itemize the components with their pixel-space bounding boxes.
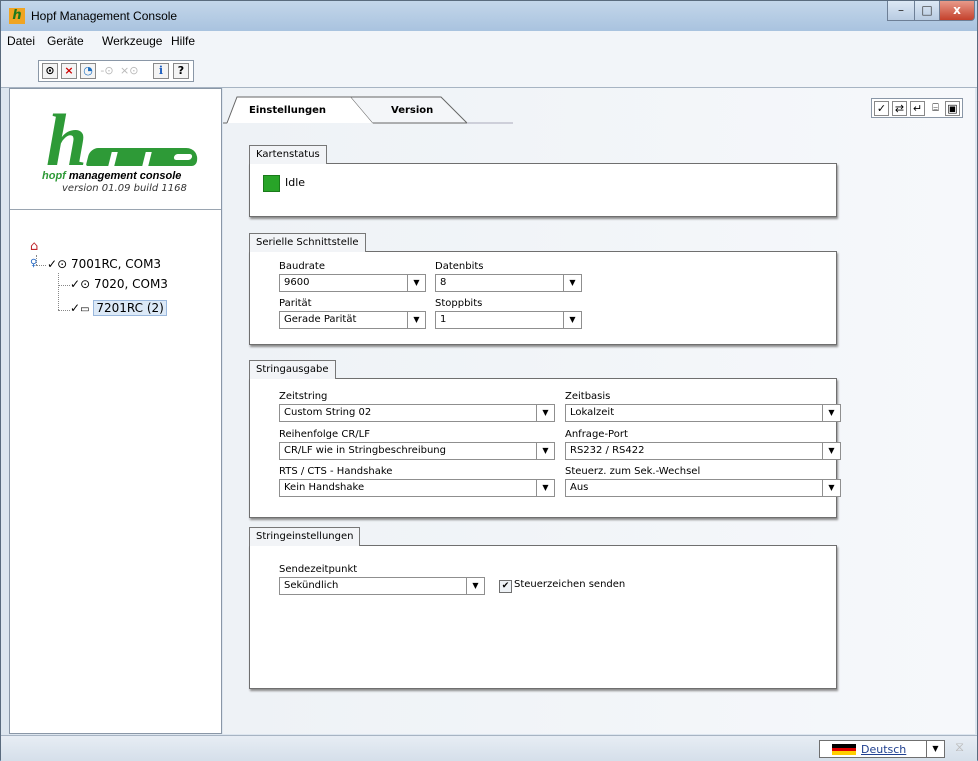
settings-panel: Einstellungen Version ✓ ⇄ ↵ ⌸ ▣ Kartenst… <box>223 88 975 734</box>
hourglass-icon: ⧖ <box>955 740 965 755</box>
chevron-down-icon: ▼ <box>822 480 840 496</box>
steuerz-label: Steuerz. zum Sek.-Wechsel <box>565 466 701 477</box>
check-icon: ✓ <box>70 301 81 315</box>
group-stringausgabe: Stringausgabe Zeitstring Custom String 0… <box>249 360 841 518</box>
chevron-down-icon: ▼ <box>536 443 554 459</box>
steuerzeichen-checkbox[interactable]: ✔ <box>499 580 512 593</box>
sendezeitpunkt-select[interactable]: Sekündlich ▼ <box>279 577 485 595</box>
chevron-down-icon: ▼ <box>407 275 425 291</box>
open-icon[interactable]: ⌸ <box>928 101 943 116</box>
clock-icon: ⊙ <box>57 257 68 271</box>
refresh-icon[interactable]: ◔ <box>80 63 96 79</box>
tree-node-icon: ♀ <box>30 258 38 269</box>
connect-icon: -⊙ <box>100 64 114 77</box>
check-icon: ✓ <box>70 277 81 291</box>
tree-item-label: 7020, COM3 <box>93 277 168 291</box>
window-title: Hopf Management Console <box>31 9 178 23</box>
crlf-select[interactable]: CR/LF wie in Stringbeschreibung ▼ <box>279 442 555 460</box>
sendezeitpunkt-label: Sendezeitpunkt <box>279 564 358 575</box>
close-button[interactable]: x <box>939 1 975 21</box>
group-seriell: Serielle Schnittstelle Baudrate 9600 ▼ Da… <box>249 233 837 345</box>
chevron-down-icon: ▼ <box>563 312 581 328</box>
stoppbits-select[interactable]: 1 ▼ <box>435 311 582 329</box>
disconnect-icon: ×⊙ <box>120 64 139 77</box>
help-icon[interactable]: ? <box>173 63 189 79</box>
chevron-down-icon: ▼ <box>466 578 484 594</box>
chevron-down-icon: ▼ <box>536 405 554 421</box>
group-kartenstatus: Kartenstatus Idle <box>249 145 837 217</box>
chevron-down-icon: ▼ <box>536 480 554 496</box>
zeitstring-select[interactable]: Custom String 02 ▼ <box>279 404 555 422</box>
logo-letter-h: h <box>46 100 87 182</box>
group-legend: Kartenstatus <box>249 145 327 164</box>
german-flag-icon <box>832 744 856 755</box>
menu-bar: Datei Geräte Werkzeuge Hilfe <box>1 31 977 51</box>
main-window: h Hopf Management Console – □ x Datei Ge… <box>0 0 978 761</box>
rts-cts-label: RTS / CTS - Handshake <box>279 466 393 477</box>
crlf-label: Reihenfolge CR/LF <box>279 429 370 440</box>
language-label: Deutsch <box>861 743 907 756</box>
chevron-down-icon: ▼ <box>926 741 944 757</box>
toolbar-group: ⊙ × ◔ -⊙ ×⊙ i ? <box>38 60 194 82</box>
baudrate-label: Baudrate <box>279 261 325 272</box>
paritaet-select[interactable]: Gerade Parität ▼ <box>279 311 426 329</box>
menu-hilfe[interactable]: Hilfe <box>171 34 195 48</box>
rts-cts-select[interactable]: Kein Handshake ▼ <box>279 479 555 497</box>
clock-icon[interactable]: ⊙ <box>42 63 58 79</box>
home-icon[interactable]: ⌂ <box>30 239 38 254</box>
datenbits-label: Datenbits <box>435 261 484 272</box>
baudrate-select[interactable]: 9600 ▼ <box>279 274 426 292</box>
hmc-logo: h hopf management console version 01.09 … <box>10 89 221 210</box>
stoppbits-label: Stoppbits <box>435 298 483 309</box>
group-legend: Stringeinstellungen <box>249 527 361 546</box>
delete-icon[interactable]: × <box>61 63 77 79</box>
tree-item-7201rc[interactable]: ✓▭ 7201RC (2) <box>70 300 167 316</box>
paritaet-label: Parität <box>279 298 312 309</box>
tree-item-label: 7001RC, COM3 <box>70 257 162 271</box>
group-legend: Stringausgabe <box>249 360 336 379</box>
tree-item-label: 7201RC (2) <box>93 300 167 316</box>
left-panel: h hopf management console version 01.09 … <box>9 88 222 734</box>
chevron-down-icon: ▼ <box>822 405 840 421</box>
minimize-button[interactable]: – <box>887 1 915 21</box>
status-text: Idle <box>285 176 306 189</box>
status-bar: Deutsch ▼ ⧖ <box>1 735 977 761</box>
clock-icon: ⊙ <box>80 277 91 291</box>
tree-item-7001rc[interactable]: ✓⊙ 7001RC, COM3 <box>47 257 161 271</box>
menu-geraete[interactable]: Geräte <box>47 34 84 48</box>
tree-item-7020[interactable]: ✓⊙ 7020, COM3 <box>70 277 168 291</box>
menu-datei[interactable]: Datei <box>7 34 35 48</box>
apply-icon[interactable]: ✓ <box>874 101 889 116</box>
card-icon: ▭ <box>80 304 90 315</box>
action-toolbar: ✓ ⇄ ↵ ⌸ ▣ <box>871 98 963 118</box>
status-indicator <box>263 175 280 192</box>
sync-icon[interactable]: ⇄ <box>892 101 907 116</box>
info-icon[interactable]: i <box>153 63 169 79</box>
zeitbasis-label: Zeitbasis <box>565 391 611 402</box>
steuerzeichen-label: Steuerzeichen senden <box>514 579 626 590</box>
title-bar[interactable]: h Hopf Management Console – □ x <box>1 1 977 31</box>
logo-letters-mc <box>85 134 201 166</box>
steuerz-select[interactable]: Aus ▼ <box>565 479 841 497</box>
app-icon: h <box>9 8 25 24</box>
anfrage-port-select[interactable]: RS232 / RS422 ▼ <box>565 442 841 460</box>
logo-tagline: hopf management console <box>42 170 182 182</box>
undo-icon[interactable]: ↵ <box>910 101 925 116</box>
logo-version: version 01.09 build 1168 <box>62 183 187 194</box>
language-select[interactable]: Deutsch ▼ <box>819 740 945 758</box>
group-legend: Serielle Schnittstelle <box>249 233 366 252</box>
save-icon[interactable]: ▣ <box>945 101 960 116</box>
zeitbasis-select[interactable]: Lokalzeit ▼ <box>565 404 841 422</box>
chevron-down-icon: ▼ <box>563 275 581 291</box>
maximize-button[interactable]: □ <box>914 1 940 21</box>
toolbar: ⊙ × ◔ -⊙ ×⊙ i ? <box>1 51 977 88</box>
check-icon: ✓ <box>47 257 58 271</box>
anfrage-port-label: Anfrage-Port <box>565 429 628 440</box>
datenbits-select[interactable]: 8 ▼ <box>435 274 582 292</box>
group-stringeinstellungen: Stringeinstellungen Sendezeitpunkt Sekün… <box>249 527 837 689</box>
chevron-down-icon: ▼ <box>822 443 840 459</box>
zeitstring-label: Zeitstring <box>279 391 328 402</box>
chevron-down-icon: ▼ <box>407 312 425 328</box>
menu-werkzeuge[interactable]: Werkzeuge <box>102 34 162 48</box>
